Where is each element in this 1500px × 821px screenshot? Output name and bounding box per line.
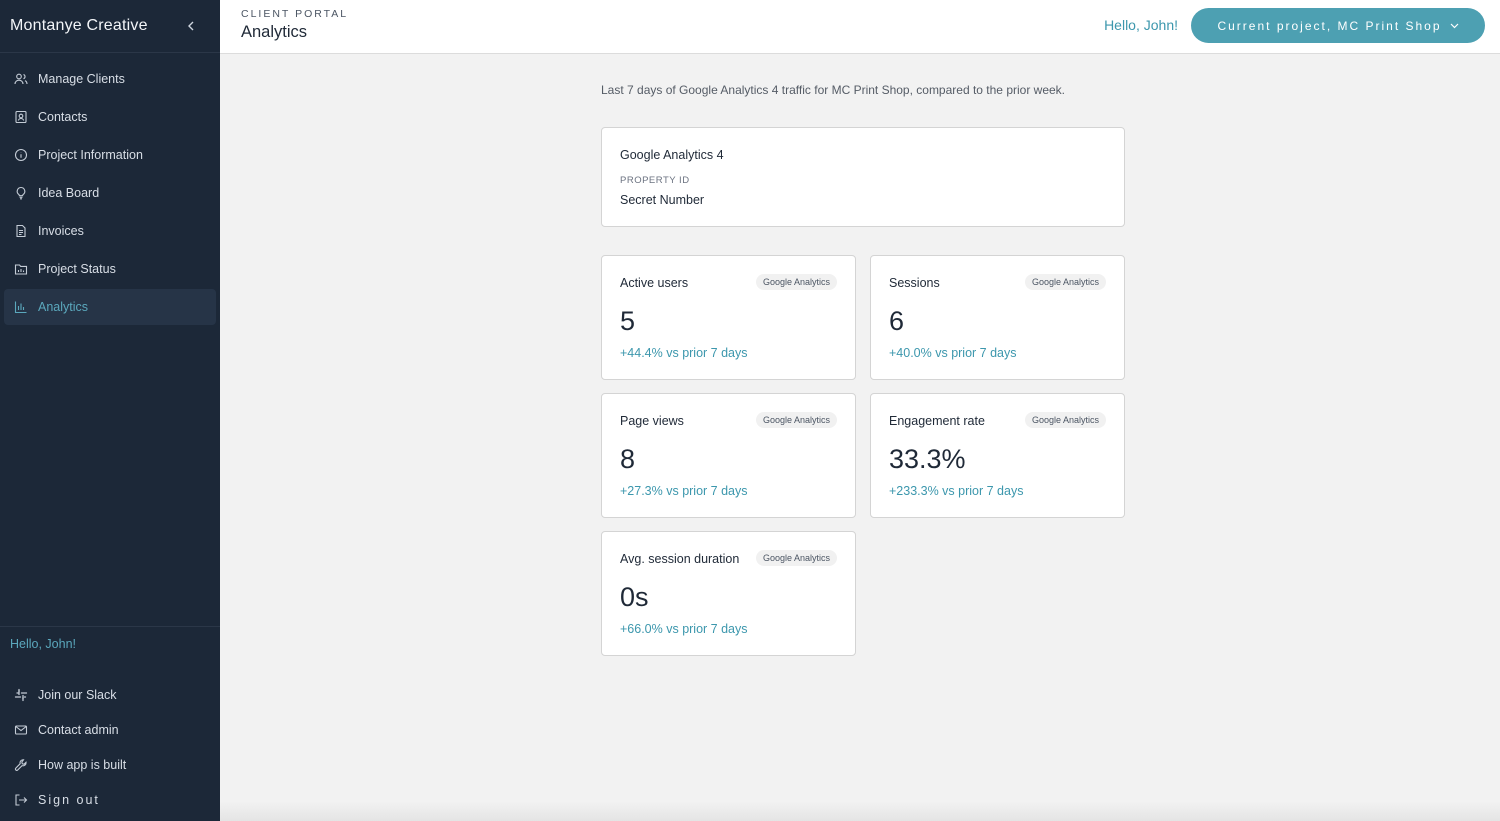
users-icon (14, 72, 28, 86)
current-project-dropdown[interactable]: Current project, MC Print Shop (1191, 8, 1485, 43)
sidebar-item-label: Project Information (38, 148, 143, 162)
sidebar-item-project-information[interactable]: Project Information (4, 137, 216, 173)
chevron-down-icon (1450, 23, 1459, 29)
join-slack-link[interactable]: Join our Slack (0, 677, 220, 712)
how-app-built-link[interactable]: How app is built (0, 747, 220, 782)
brand-name: Montanye Creative (10, 17, 148, 34)
metric-value: 0s (620, 582, 649, 612)
sidebar-item-label: Project Status (38, 262, 116, 276)
metric-label: Active users (620, 276, 689, 290)
sidebar-item-manage-clients[interactable]: Manage Clients (4, 61, 216, 97)
metric-value: 33.3% (889, 444, 966, 474)
slack-icon (14, 688, 28, 702)
lightbulb-icon (14, 186, 28, 200)
document-icon (14, 224, 28, 238)
sidebar-nav: Manage Clients Contacts Project Informat… (0, 53, 220, 325)
source-badge: Google Analytics (1024, 274, 1106, 290)
sidebar-item-analytics[interactable]: Analytics (4, 289, 216, 325)
metric-label: Sessions (889, 276, 940, 290)
sidebar: Montanye Creative Manage Clients Contact… (0, 0, 220, 821)
how-app-built-label: How app is built (38, 757, 127, 772)
metric-delta: +44.4% vs prior 7 days (620, 346, 748, 360)
sidebar-greeting: Hello, John! (10, 637, 77, 651)
join-slack-label: Join our Slack (38, 687, 117, 702)
metric-value: 5 (620, 306, 636, 336)
contact-admin-link[interactable]: Contact admin (0, 712, 220, 747)
metric-delta: +66.0% vs prior 7 days (620, 622, 748, 636)
metric-value: 8 (620, 444, 636, 474)
metric-label: Engagement rate (889, 414, 985, 428)
sign-out-label: Sign out (38, 792, 100, 807)
sidebar-item-idea-board[interactable]: Idea Board (4, 175, 216, 211)
portal-eyebrow: CLIENT PORTAL (241, 8, 349, 20)
metric-delta: +27.3% vs prior 7 days (620, 484, 748, 498)
source-badge: Google Analytics (755, 274, 837, 290)
mail-icon (14, 723, 28, 737)
metric-delta: +233.3% vs prior 7 days (889, 484, 1024, 498)
contacts-icon (14, 110, 28, 124)
ga-property-card: Google Analytics 4 PROPERTY ID Secret Nu… (601, 127, 1125, 227)
metric-card-sessions: Sessions Google Analytics 6 +40.0% vs pr… (870, 255, 1125, 380)
chevron-left-icon (188, 21, 194, 31)
top-header: CLIENT PORTAL Analytics Hello, John! Cur… (220, 0, 1500, 54)
source-badge: Google Analytics (1024, 412, 1106, 428)
sidebar-item-label: Manage Clients (38, 72, 125, 86)
metric-card-page-views: Page views Google Analytics 8 +27.3% vs … (601, 393, 856, 518)
sidebar-item-label: Analytics (38, 300, 89, 314)
metric-delta: +40.0% vs prior 7 days (889, 346, 1017, 360)
bar-chart-icon (14, 300, 28, 314)
contact-admin-label: Contact admin (38, 722, 119, 737)
sidebar-footer: Hello, John! Join our Slack Contact admi… (0, 626, 220, 817)
info-icon (14, 148, 28, 162)
sidebar-item-label: Idea Board (38, 186, 100, 200)
page-title: Analytics (241, 23, 308, 41)
metric-value: 6 (889, 306, 905, 336)
brand-bar: Montanye Creative (0, 0, 220, 53)
source-badge: Google Analytics (755, 550, 837, 566)
bottom-fade (220, 801, 1500, 821)
metric-label: Avg. session duration (620, 552, 740, 566)
sidebar-item-label: Contacts (38, 110, 88, 124)
metric-card-engagement-rate: Engagement rate Google Analytics 33.3% +… (870, 393, 1125, 518)
ga-card-title: Google Analytics 4 (620, 148, 724, 162)
header-greeting: Hello, John! (1104, 17, 1178, 33)
metric-label: Page views (620, 414, 684, 428)
sign-out-button[interactable]: Sign out (0, 782, 220, 817)
folder-icon (14, 262, 28, 276)
sidebar-item-label: Invoices (38, 224, 84, 238)
metric-card-active-users: Active users Google Analytics 5 +44.4% v… (601, 255, 856, 380)
metric-card-avg-session-duration: Avg. session duration Google Analytics 0… (601, 531, 856, 656)
wrench-icon (14, 758, 28, 772)
property-id-value: Secret Number (620, 193, 705, 207)
source-badge: Google Analytics (755, 412, 837, 428)
current-project-label: Current project, MC Print Shop (1217, 18, 1442, 33)
sign-out-icon (14, 793, 28, 807)
sidebar-item-contacts[interactable]: Contacts (4, 99, 216, 135)
property-id-label: PROPERTY ID (620, 175, 690, 186)
analytics-intro-text: Last 7 days of Google Analytics 4 traffi… (601, 83, 1066, 97)
sidebar-item-project-status[interactable]: Project Status (4, 251, 216, 287)
sidebar-item-invoices[interactable]: Invoices (4, 213, 216, 249)
collapse-sidebar-button[interactable] (182, 17, 200, 35)
